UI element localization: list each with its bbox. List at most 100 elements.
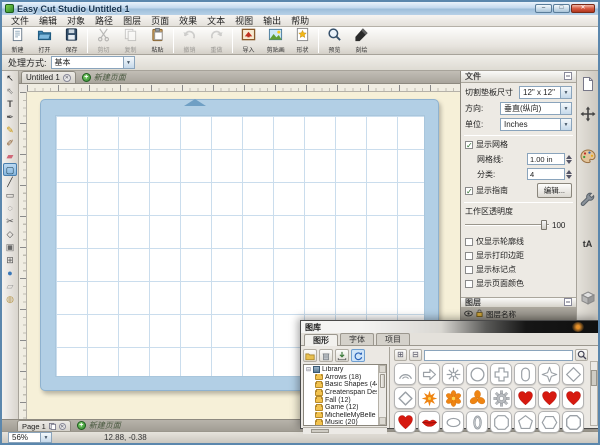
menu-help[interactable]: 帮助 [286, 15, 314, 27]
page-close-icon[interactable]: ✕ [59, 423, 66, 430]
pan-tool[interactable]: ◍ [3, 293, 17, 306]
eyedropper-tool[interactable]: ✒ [3, 111, 17, 124]
search-magnifier-icon[interactable] [575, 349, 588, 361]
shape-sunburst-flower[interactable] [418, 387, 440, 409]
tree-item[interactable]: MichelleMyBelle Cre [306, 412, 377, 420]
shape-double-ellipse[interactable] [466, 411, 488, 433]
tree-root[interactable]: ⊟ Library [306, 366, 377, 374]
mat-size-select[interactable]: 12" x 12" ▼ [519, 86, 572, 99]
tab-fonts[interactable]: 字体 [340, 333, 374, 345]
reg-marks-checkbox[interactable] [465, 266, 473, 274]
shape-tag[interactable] [514, 363, 536, 385]
tree-item[interactable]: Arrows (18) [306, 374, 377, 382]
menu-effects[interactable]: 效果 [174, 15, 202, 27]
tree-collapse-icon[interactable]: ⊟ [306, 366, 311, 373]
panel-collapse-icon[interactable] [564, 298, 572, 308]
save-button[interactable]: 保存 [58, 28, 85, 54]
wrench-dock-icon[interactable] [579, 191, 597, 209]
tree-scrollbar[interactable] [378, 365, 386, 425]
document-panel-header[interactable]: 文件 [461, 71, 576, 83]
library-new-folder-button[interactable] [303, 349, 317, 362]
tab-projects[interactable]: 项目 [376, 333, 410, 345]
spinner-arrows-icon[interactable] [566, 170, 572, 179]
tree-item[interactable]: Createnspan Desi [306, 389, 377, 397]
new-page-button[interactable]: + 新建页面 [77, 420, 121, 431]
menu-edit[interactable]: 编辑 [34, 15, 62, 27]
knife-tool[interactable]: ╱ [3, 176, 17, 189]
shape-rounded-octagon[interactable] [562, 411, 584, 433]
rectangle-tool[interactable]: ▭ [3, 189, 17, 202]
lock-icon[interactable] [476, 309, 483, 319]
list-view-button[interactable]: ⊟ [409, 349, 422, 361]
zoom-level-select[interactable]: 56% ▼ [8, 432, 52, 443]
menu-page[interactable]: 页面 [146, 15, 174, 27]
shapes-scrollbar[interactable] [590, 361, 598, 426]
preview-button[interactable]: 预览 [321, 28, 348, 54]
grid-view-button[interactable]: ⊞ [394, 349, 407, 361]
shape-heart[interactable] [562, 387, 584, 409]
shape-star4[interactable] [538, 363, 560, 385]
orientation-select[interactable]: 垂直(纵向) ▼ [500, 102, 572, 115]
maximize-button[interactable]: □ [553, 4, 570, 13]
shapes-button[interactable]: 形状 [289, 28, 316, 54]
gridlines-spinner[interactable]: 1.00 in [527, 153, 572, 165]
shape-diamond[interactable] [562, 363, 584, 385]
shape-lips[interactable] [418, 411, 440, 433]
shape-node-tool[interactable]: ◇ [3, 228, 17, 241]
menu-path[interactable]: 路径 [90, 15, 118, 27]
show-grid-checkbox[interactable]: ✓ [465, 141, 473, 149]
edit-mat-button[interactable]: 编辑... [537, 183, 572, 198]
close-button[interactable]: ✕ [571, 4, 595, 13]
tree-item[interactable]: Fall (12) [306, 396, 377, 404]
select-tool[interactable]: ↖ [3, 72, 17, 85]
open-button[interactable]: 打开 [31, 28, 58, 54]
weld-mode-select[interactable]: 基本 ▼ [51, 56, 135, 69]
new-page-button[interactable]: + 新建页面 [82, 72, 126, 83]
shape-heart[interactable] [514, 387, 536, 409]
table-tool[interactable]: ⊞ [3, 254, 17, 267]
text-tool[interactable]: T [3, 98, 17, 111]
shape-heart[interactable] [538, 387, 560, 409]
shape-pentagon[interactable] [514, 411, 536, 433]
shape-gear[interactable] [490, 387, 512, 409]
print-margins-checkbox[interactable] [465, 252, 473, 260]
move-dock-icon[interactable] [579, 105, 597, 123]
library-delete-button[interactable] [319, 349, 333, 362]
shape-diamond-round[interactable] [394, 387, 416, 409]
new-button[interactable]: 新建 [4, 28, 31, 54]
library-folder-tree[interactable]: ⊟ Library Arrows (18) Basic Shapes (44) … [303, 364, 387, 426]
menu-view[interactable]: 视图 [230, 15, 258, 27]
menu-text[interactable]: 文本 [202, 15, 230, 27]
clipart-button[interactable]: 剪贴画 [262, 28, 289, 54]
library-title-bar[interactable]: 图库 [301, 321, 598, 333]
library-search-input[interactable] [424, 350, 573, 361]
menu-file[interactable]: 文件 [6, 15, 34, 27]
shape-heart[interactable] [394, 411, 416, 433]
shape-flower[interactable] [442, 387, 464, 409]
small-eraser-tool[interactable]: ▱ [3, 280, 17, 293]
import-button[interactable]: 导入 [235, 28, 262, 54]
brush-tool[interactable]: ✐ [3, 137, 17, 150]
shape-circle[interactable] [466, 363, 488, 385]
menu-output[interactable]: 输出 [258, 15, 286, 27]
tree-item[interactable]: Basic Shapes (44) [306, 381, 377, 389]
eraser-tool[interactable]: ▰ [3, 150, 17, 163]
layers-panel-header[interactable]: 图层 [461, 297, 576, 308]
shapes-tool[interactable]: ▢ [3, 163, 17, 176]
pencil-tool[interactable]: ✎ [3, 124, 17, 137]
tree-item[interactable]: Music (20) [306, 419, 377, 426]
layers-dock-icon[interactable] [579, 289, 597, 307]
text-dock-icon[interactable]: tA [579, 235, 597, 253]
page-color-checkbox[interactable] [465, 280, 473, 288]
menu-layer[interactable]: 图层 [118, 15, 146, 27]
tree-horizontal-scrollbar[interactable] [303, 427, 387, 434]
palette-dock-icon[interactable] [579, 147, 597, 165]
tab-close-icon[interactable]: ✕ [63, 74, 71, 82]
library-import-button[interactable] [335, 349, 349, 362]
visibility-eye-icon[interactable] [464, 310, 473, 319]
title-bar[interactable]: Easy Cut Studio Untitled 1 – □ ✕ [2, 2, 598, 15]
shape-hexagon[interactable] [538, 411, 560, 433]
minimize-button[interactable]: – [535, 4, 552, 13]
cut-plot-button[interactable]: 刻绘 [348, 28, 375, 54]
tree-item[interactable]: Game (12) [306, 404, 377, 412]
